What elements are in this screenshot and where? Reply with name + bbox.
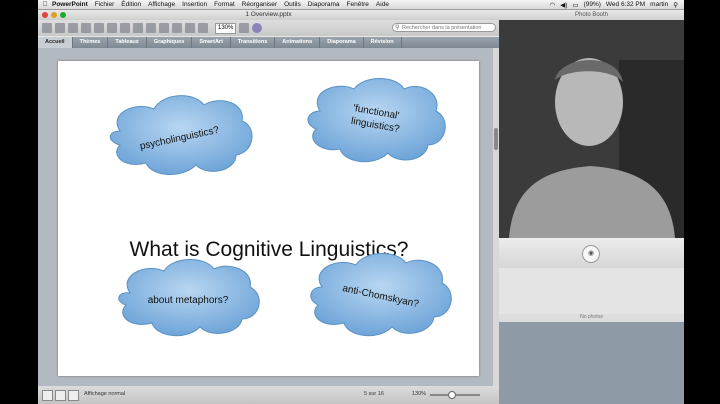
powerpoint-window: 1 Overview.pptx 130% ⚲ Rechercher dans l… (38, 10, 500, 404)
menu-extras: ◠ ◀) ▭ (99%) Wed 6:32 PM martin ⚲ (550, 0, 678, 9)
battery-percent: (99%) (583, 1, 601, 8)
tab-revision[interactable]: Révision (364, 37, 402, 48)
save-icon[interactable] (81, 23, 91, 33)
menu-reorganiser[interactable]: Réorganiser (242, 1, 277, 8)
zoom-select[interactable]: 130% (215, 22, 237, 34)
cloud-shape[interactable]: anti-Chomskyan? (310, 252, 452, 337)
copy-icon[interactable] (120, 23, 130, 33)
tab-transitions[interactable]: Transitions (231, 37, 276, 48)
cloud-shape[interactable]: psycholinguistics? (109, 95, 253, 176)
templates-icon[interactable] (55, 23, 65, 33)
page-counter: 5 sur 16 (364, 391, 384, 397)
tab-smartart[interactable]: SmartArt (192, 37, 231, 48)
clock[interactable]: Wed 6:32 PM (606, 1, 645, 8)
new-icon[interactable] (42, 23, 52, 33)
search-placeholder: Rechercher dans la présentation (402, 25, 482, 31)
scrollbar-thumb[interactable] (494, 128, 498, 150)
ribbon-tabs: Accueil Thèmes Tableaux Graphiques Smart… (38, 37, 499, 48)
zoom-slider[interactable] (430, 391, 480, 399)
slide-editor: psycholinguistics? 'functional' linguist… (38, 48, 499, 386)
search-input[interactable]: ⚲ Rechercher dans la présentation (392, 23, 496, 32)
spotlight-icon[interactable]: ⚲ (673, 1, 678, 9)
menu-edition[interactable]: Édition (121, 1, 141, 8)
tab-accueil[interactable]: Accueil (38, 37, 73, 48)
menu-outils[interactable]: Outils (284, 1, 301, 8)
window-controls (42, 12, 66, 18)
insert-picture-icon[interactable] (185, 23, 195, 33)
insert-table-icon[interactable] (198, 23, 208, 33)
cut-icon[interactable] (107, 23, 117, 33)
photobooth-title: Photo Booth (499, 10, 684, 20)
cloud-shape[interactable]: about metaphors? (118, 258, 260, 337)
volume-icon[interactable]: ◀) (560, 1, 567, 9)
menu-bar:  PowerPoint Fichier Édition Affichage I… (38, 0, 684, 10)
menu-insertion[interactable]: Insertion (182, 1, 207, 8)
menu-format[interactable]: Format (214, 1, 235, 8)
open-icon[interactable] (68, 23, 78, 33)
camera-shutter-button[interactable]: ◉ (582, 245, 600, 263)
zoom-slider-knob[interactable] (448, 391, 456, 399)
document-title: 1 Overview.pptx (245, 11, 292, 18)
redo-icon[interactable] (172, 23, 182, 33)
apple-icon[interactable]:  (38, 1, 52, 8)
normal-view-button[interactable] (42, 390, 53, 401)
paste-icon[interactable] (133, 23, 143, 33)
slide-canvas: psycholinguistics? 'functional' linguist… (109, 78, 452, 337)
status-bar: Affichage normal 5 sur 16 130% (38, 386, 499, 404)
tab-graphiques[interactable]: Graphiques (147, 37, 193, 48)
no-photos-label: No photos (499, 314, 684, 322)
help-icon[interactable] (252, 23, 263, 33)
view-buttons (42, 390, 79, 401)
desktop:  PowerPoint Fichier Édition Affichage I… (38, 0, 684, 404)
cloud-label-3: about metaphors? (148, 295, 229, 306)
menu-fichier[interactable]: Fichier (95, 1, 115, 8)
photo-tray (499, 268, 684, 314)
format-painter-icon[interactable] (146, 23, 156, 33)
battery-icon[interactable]: ▭ (572, 1, 578, 9)
tab-tableaux[interactable]: Tableaux (108, 37, 147, 48)
sidebar-toggle-icon[interactable] (239, 23, 250, 33)
camera-preview (499, 20, 684, 238)
status-zoom: 130% (412, 391, 427, 397)
webcam-person-image (499, 20, 684, 238)
slide-sorter-button[interactable] (55, 390, 66, 401)
photobooth-controls: ◉ (499, 238, 684, 268)
zoom-window-button[interactable] (60, 12, 66, 18)
tab-themes[interactable]: Thèmes (73, 37, 109, 48)
slide[interactable]: psycholinguistics? 'functional' linguist… (58, 61, 479, 376)
tab-diaporama[interactable]: Diaporama (320, 37, 364, 48)
menu-diaporama[interactable]: Diaporama (308, 1, 340, 8)
close-window-button[interactable] (42, 12, 48, 18)
wifi-icon[interactable]: ◠ (550, 1, 556, 9)
tab-animations[interactable]: Animations (275, 37, 321, 48)
menu-app[interactable]: PowerPoint (52, 1, 88, 8)
slideshow-button[interactable] (68, 390, 79, 401)
window-titlebar: 1 Overview.pptx (38, 10, 499, 20)
menu-fenetre[interactable]: Fenêtre (347, 1, 369, 8)
user-name[interactable]: martin (650, 1, 668, 8)
view-mode-label: Affichage normal (84, 391, 126, 397)
search-icon: ⚲ (395, 25, 400, 31)
minimize-window-button[interactable] (51, 12, 57, 18)
menu-affichage[interactable]: Affichage (148, 1, 175, 8)
photobooth-window: Photo Booth ◉ No photos (499, 10, 684, 404)
menu-aide[interactable]: Aide (376, 1, 389, 8)
print-icon[interactable] (94, 23, 104, 33)
cloud-shape[interactable]: 'functional' linguistics? (307, 78, 446, 163)
undo-icon[interactable] (159, 23, 169, 33)
